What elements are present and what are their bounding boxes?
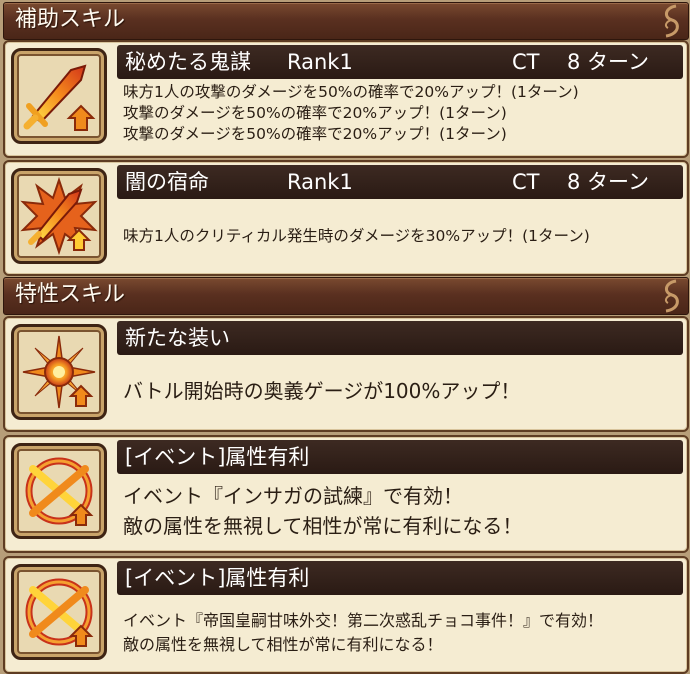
scroll-ornament-icon xyxy=(664,4,679,38)
trait-name: 新たな装い xyxy=(125,326,230,350)
support-skills-header: 補助スキル xyxy=(3,2,689,40)
burst-sword-up-arrow-icon xyxy=(20,176,98,256)
skill-rank: Rank1 xyxy=(287,50,353,74)
skill-card[interactable]: 秘めたる鬼謀 Rank1 CT 8 ターン 味方1人の攻撃のダメージを50%の確… xyxy=(3,40,689,158)
skill-name-bar: 闇の宿命 Rank1 CT 8 ターン xyxy=(117,165,683,199)
skill-description-line: 攻撃のダメージを50%の確率で20%アップ！(1ターン) xyxy=(123,104,507,122)
trait-card[interactable]: 新たな装い バトル開始時の奥義ゲージが100%アップ！ xyxy=(3,316,689,432)
ct-value: 8 ターン xyxy=(567,50,649,74)
trait-card[interactable]: [イベント]属性有利 イベント『インサガの試練』で有効！ 敵の属性を無視して相性… xyxy=(3,435,689,553)
trait-skills-header: 特性スキル xyxy=(3,277,689,315)
trait-description-line: イベント『帝国皇嗣甘味外交！第二次惑乱チョコ事件！』で有効！ xyxy=(123,611,604,630)
section-title: 補助スキル xyxy=(15,7,126,32)
trait-name: [イベント]属性有利 xyxy=(125,566,310,590)
skill-icon-frame xyxy=(11,443,107,539)
skill-icon-frame xyxy=(11,564,107,660)
skill-icon-frame xyxy=(11,168,107,264)
skill-icon-frame xyxy=(11,324,107,420)
skill-card[interactable]: 闇の宿命 Rank1 CT 8 ターン 味方1人のクリティカル発生時のダメージを… xyxy=(3,160,689,276)
ct-label: CT xyxy=(512,50,540,74)
trait-name: [イベント]属性有利 xyxy=(125,445,310,469)
trait-description-line: 敵の属性を無視して相性が常に有利になる！ xyxy=(123,635,443,654)
skill-description-line: 味方1人の攻撃のダメージを50%の確率で20%アップ！(1ターン) xyxy=(123,83,579,101)
skill-description-line: 味方1人のクリティカル発生時のダメージを30%アップ！(1ターン) xyxy=(123,227,590,245)
cross-circle-up-arrow-icon xyxy=(25,457,94,526)
ct-value: 8 ターン xyxy=(567,170,649,194)
trait-name-bar: [イベント]属性有利 xyxy=(117,561,683,595)
skill-rank: Rank1 xyxy=(287,170,353,194)
skill-name: 秘めたる鬼謀 xyxy=(125,50,251,74)
trait-name-bar: 新たな装い xyxy=(117,321,683,355)
section-title: 特性スキル xyxy=(15,282,126,307)
trait-description-line: 敵の属性を無視して相性が常に有利になる！ xyxy=(123,514,523,538)
skill-icon-frame xyxy=(11,48,107,144)
cross-circle-up-arrow-icon xyxy=(25,578,94,647)
trait-name-bar: [イベント]属性有利 xyxy=(117,440,683,474)
trait-description-line: バトル開始時の奥義ゲージが100%アップ！ xyxy=(123,379,521,403)
scroll-ornament-icon xyxy=(664,279,679,313)
skill-name-bar: 秘めたる鬼謀 Rank1 CT 8 ターン xyxy=(117,45,683,79)
trait-description-line: イベント『インサガの試練』で有効！ xyxy=(123,484,463,508)
skill-description-line: 攻撃のダメージを50%の確率で20%アップ！(1ターン) xyxy=(123,125,507,143)
compass-star-up-arrow-icon xyxy=(22,335,96,409)
trait-card[interactable]: [イベント]属性有利 イベント『帝国皇嗣甘味外交！第二次惑乱チョコ事件！』で有効… xyxy=(3,556,689,674)
flaming-sword-up-arrow-icon xyxy=(23,64,96,131)
skill-name: 闇の宿命 xyxy=(125,170,209,194)
ct-label: CT xyxy=(512,170,540,194)
